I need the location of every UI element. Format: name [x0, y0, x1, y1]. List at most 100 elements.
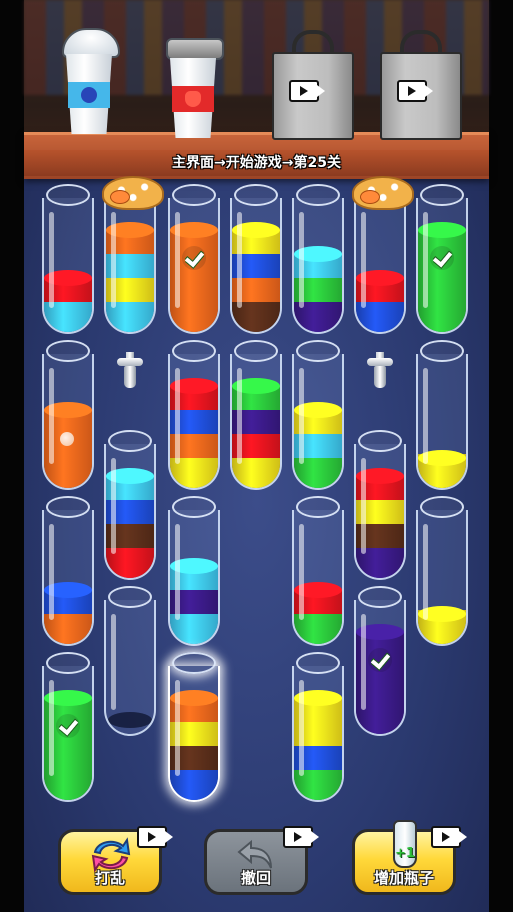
check-icon	[56, 714, 80, 738]
locked-reward-bag-2[interactable]	[380, 30, 462, 140]
tube-rim	[234, 184, 278, 206]
glass-shine	[361, 212, 366, 308]
glass-shine	[175, 680, 180, 776]
glass-shine	[361, 614, 366, 710]
tube-r2c4[interactable]	[230, 340, 286, 492]
tube-rim	[358, 586, 402, 608]
tube-rim	[420, 184, 464, 206]
glass-shine	[237, 368, 242, 464]
tube-r6c3[interactable]	[168, 652, 224, 804]
tube-rim	[358, 430, 402, 452]
glass-shine	[237, 212, 242, 308]
glass-shine	[423, 212, 428, 308]
tube-rim	[108, 430, 152, 452]
add-bottle-button[interactable]: +1 增加瓶子	[352, 820, 467, 895]
undo-button[interactable]: 撤回	[204, 826, 319, 895]
game-screen: 主界面→开始游戏→第25关 打乱 撤回 +1 增加瓶子	[0, 0, 513, 912]
tube-r4c7[interactable]	[416, 496, 472, 648]
glass-shine	[49, 368, 54, 464]
tube-r5c6[interactable]	[354, 586, 410, 738]
tube-r4c5[interactable]	[292, 496, 348, 648]
tube-rim	[296, 340, 340, 362]
video-ad-icon	[431, 826, 467, 848]
plus-one-badge: +1	[395, 846, 415, 861]
bubble-icon	[60, 432, 74, 446]
glass-shine	[111, 614, 116, 710]
tube-rim	[172, 496, 216, 518]
tube-r2c1[interactable]	[42, 340, 98, 492]
tube-r4c1[interactable]	[42, 496, 98, 648]
video-ad-icon	[137, 826, 173, 848]
glass-shine	[299, 212, 304, 308]
shuffle-label: 打乱	[94, 869, 125, 887]
glass-shine	[111, 458, 116, 554]
play-area: 主界面→开始游戏→第25关 打乱 撤回 +1 增加瓶子	[24, 0, 489, 912]
video-ad-icon	[289, 80, 325, 102]
tube-r2c3[interactable]	[168, 340, 224, 492]
tube-r6c1[interactable]	[42, 652, 98, 804]
tube-rim	[420, 340, 464, 362]
tube-r2c7[interactable]	[416, 340, 472, 492]
glass-shine	[49, 680, 54, 776]
tube-rim	[108, 586, 152, 608]
glass-shine	[299, 680, 304, 776]
tube-r2c5[interactable]	[292, 340, 348, 492]
tube-r1c4[interactable]	[230, 184, 286, 336]
blueberry-icon	[81, 87, 97, 103]
glass-shine	[49, 212, 54, 308]
left-letterbox	[0, 0, 24, 912]
tube-rim	[420, 496, 464, 518]
tube-r4c3[interactable]	[168, 496, 224, 648]
tube-rim	[296, 496, 340, 518]
check-icon	[368, 648, 392, 672]
tube-r1c5[interactable]	[292, 184, 348, 336]
bow-icon	[360, 190, 380, 204]
tube-r6c5[interactable]	[292, 652, 348, 804]
jar-lid-icon	[352, 176, 414, 210]
cup-lid	[166, 38, 224, 60]
glass-shine	[423, 368, 428, 464]
glass-shine	[175, 524, 180, 620]
glass-shine	[175, 212, 180, 308]
glass-shine	[175, 368, 180, 464]
tube-r1c6[interactable]	[352, 176, 414, 388]
reward-cup-strawberry[interactable]	[166, 32, 224, 142]
shuffle-button[interactable]: 打乱	[58, 826, 173, 895]
tube-rim	[46, 652, 90, 674]
check-icon	[430, 246, 454, 270]
tube-rim	[234, 340, 278, 362]
empty-bottom	[108, 712, 152, 728]
glass-shine	[423, 524, 428, 620]
video-ad-icon	[283, 826, 319, 848]
tube-r3c6[interactable]	[354, 430, 410, 582]
tube-r1c3[interactable]	[168, 184, 224, 336]
undo-label: 撤回	[240, 869, 271, 887]
check-icon	[182, 246, 206, 270]
glass-shine	[299, 524, 304, 620]
tube-r3c2[interactable]	[104, 430, 160, 582]
tube-rim	[46, 184, 90, 206]
tube-r1c2[interactable]	[102, 176, 164, 388]
bow-icon	[110, 190, 130, 204]
faucet-icon	[117, 352, 143, 388]
video-ad-icon	[397, 80, 433, 102]
glass-shine	[361, 458, 366, 554]
tube-rim	[172, 340, 216, 362]
add-bottle-label: 增加瓶子	[373, 869, 434, 887]
right-letterbox	[489, 0, 513, 912]
tube-rim	[296, 184, 340, 206]
locked-reward-bag-1[interactable]	[272, 30, 354, 140]
tube-r5c2[interactable]	[104, 586, 160, 738]
tube-r1c7[interactable]	[416, 184, 472, 336]
level-breadcrumb: 主界面→开始游戏→第25关	[172, 155, 341, 171]
tube-rim	[172, 184, 216, 206]
tube-rim	[46, 496, 90, 518]
reward-cup-blueberry[interactable]	[62, 28, 120, 138]
cup-lid	[62, 28, 120, 58]
glass-shine	[111, 212, 116, 308]
glass-shine	[299, 368, 304, 464]
strawberry-icon	[185, 91, 201, 107]
glass-shine	[49, 524, 54, 620]
tube-r1c1[interactable]	[42, 184, 98, 336]
faucet-icon	[367, 352, 393, 388]
